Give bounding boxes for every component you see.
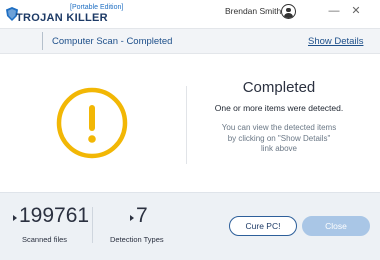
status-subtitle: One or more items were detected. xyxy=(214,103,344,113)
header-divider xyxy=(42,32,43,50)
warning-icon xyxy=(56,87,128,159)
scanned-files-count: 199761 xyxy=(19,204,90,227)
avatar-body xyxy=(284,13,293,18)
detection-types-label: Detection Types xyxy=(110,235,164,244)
close-icon[interactable]: ✕ xyxy=(349,4,363,18)
trojan-killer-window: [Portable Edition] TROJAN KILLER Brendan… xyxy=(0,0,380,260)
close-button[interactable]: Close xyxy=(302,216,370,236)
app-name: TROJAN KILLER xyxy=(16,12,108,24)
app-edition: [Portable Edition] xyxy=(70,4,124,11)
status-title: Completed xyxy=(242,79,316,96)
show-details-link[interactable]: Show Details xyxy=(308,36,363,47)
user-name: Brendan Smith xyxy=(225,6,282,16)
header-bar: Computer Scan - Completed Show Details xyxy=(0,28,380,54)
content-divider xyxy=(186,86,187,164)
caret-right-icon xyxy=(13,215,17,221)
page-title: Computer Scan - Completed xyxy=(52,36,173,47)
scanned-files-label: Scanned files xyxy=(22,235,68,244)
status-description-line: by clicking on "Show Details" xyxy=(227,133,331,143)
app-logo: [Portable Edition] TROJAN KILLER xyxy=(6,3,123,24)
status-description-line: You can view the detected items xyxy=(221,123,337,132)
status-description-line: link above xyxy=(260,144,298,153)
detection-types-count: 7 xyxy=(136,204,148,227)
title-bar: [Portable Edition] TROJAN KILLER Brendan… xyxy=(0,0,380,26)
caret-right-icon xyxy=(130,215,134,221)
user-avatar-icon[interactable] xyxy=(281,4,296,19)
minimize-icon[interactable]: — xyxy=(327,4,341,18)
avatar-head xyxy=(286,7,291,12)
status-description: You can view the detected items by click… xyxy=(208,123,350,155)
cure-pc-button[interactable]: Cure PC! xyxy=(229,216,297,236)
footer-divider xyxy=(92,207,93,243)
